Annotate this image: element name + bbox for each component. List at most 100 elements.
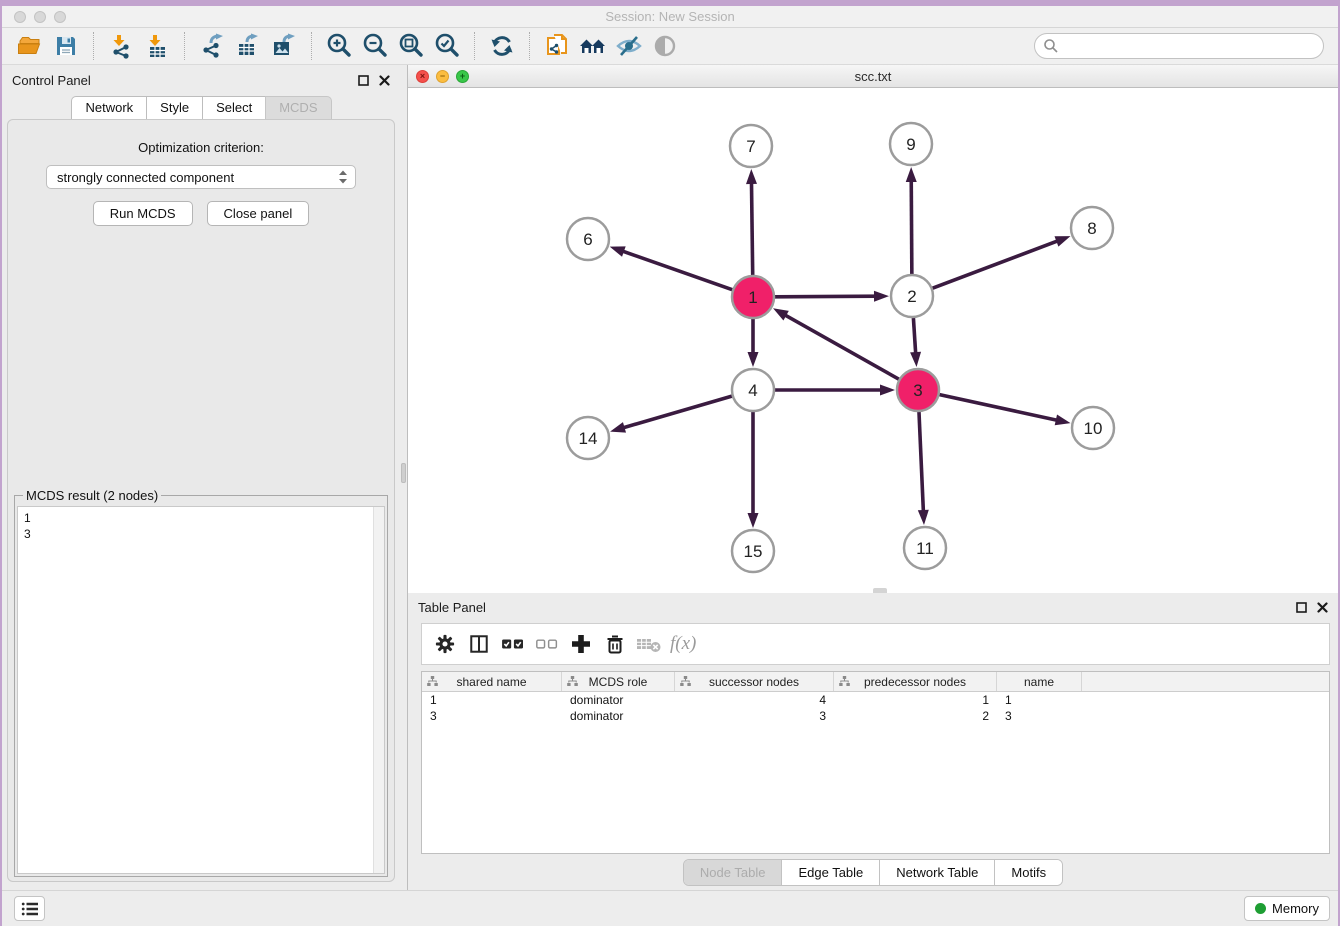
edge-2-3[interactable] — [913, 318, 915, 355]
network-close-button[interactable]: × — [416, 70, 429, 83]
canvas-splitter-grip[interactable] — [873, 588, 887, 593]
function-builder-button[interactable]: f(x) — [670, 633, 696, 655]
tab-edge-table[interactable]: Edge Table — [781, 860, 879, 885]
graph-node-label: 2 — [907, 287, 916, 306]
toolbar-separator — [529, 32, 530, 60]
app-window: Session: New Session — [0, 0, 1340, 926]
panel-splitter[interactable] — [400, 65, 408, 890]
close-panel-icon[interactable] — [379, 75, 390, 86]
show-columns-button[interactable] — [462, 627, 496, 661]
column-header-MCDS-role[interactable]: MCDS role — [562, 672, 675, 691]
network-maximize-button[interactable]: + — [456, 70, 469, 83]
cell-successor-nodes[interactable]: 4 — [675, 692, 834, 708]
column-header-name[interactable]: name — [997, 672, 1082, 691]
network-canvas-container[interactable]: 7968124314101511 — [408, 88, 1338, 593]
search-field[interactable] — [1034, 33, 1324, 59]
criterion-dropdown[interactable]: strongly connected component — [46, 165, 356, 189]
cell-shared-name[interactable]: 1 — [422, 692, 562, 708]
deselect-all-rows-button[interactable] — [530, 627, 564, 661]
first-neighbors-houses-icon — [578, 33, 608, 59]
apply-layout-button[interactable] — [487, 31, 517, 61]
export-network-button[interactable] — [197, 31, 227, 61]
tab-style[interactable]: Style — [146, 96, 203, 119]
control-panel-header: Control Panel — [2, 65, 400, 95]
mcds-result-group: MCDS result (2 nodes) 1 3 — [14, 495, 388, 877]
network-canvas[interactable]: 7968124314101511 — [408, 88, 1340, 593]
table-settings-button[interactable] — [428, 627, 462, 661]
save-session-button[interactable] — [51, 31, 81, 61]
cell-MCDS-role[interactable]: dominator — [562, 692, 675, 708]
tab-network[interactable]: Network — [71, 96, 147, 119]
cell-successor-nodes[interactable]: 3 — [675, 708, 834, 724]
column-header-label: shared name — [456, 675, 526, 689]
export-table-button[interactable] — [233, 31, 263, 61]
cell-MCDS-role[interactable]: dominator — [562, 708, 675, 724]
edge-2-9[interactable] — [911, 179, 912, 274]
import-network-button[interactable] — [106, 31, 136, 61]
zoom-selected-button[interactable] — [432, 31, 462, 61]
add-icon — [570, 633, 592, 655]
column-header-label: MCDS role — [589, 675, 648, 689]
node-table[interactable]: shared name MCDS role successor nodesprede… — [421, 671, 1330, 854]
edge-4-14[interactable] — [622, 396, 732, 428]
run-mcds-button[interactable]: Run MCDS — [93, 201, 193, 226]
tab-network-table[interactable]: Network Table — [879, 860, 994, 885]
edge-3-1[interactable] — [783, 314, 898, 379]
open-session-button[interactable] — [15, 31, 45, 61]
first-neighbors-button[interactable] — [578, 31, 608, 61]
edge-1-6[interactable] — [621, 251, 732, 290]
zoom-fit-button[interactable] — [396, 31, 426, 61]
cell-predecessor-nodes[interactable]: 1 — [834, 692, 997, 708]
tab-select[interactable]: Select — [202, 96, 266, 119]
graph-node-label: 6 — [583, 230, 592, 249]
column-header-successor-nodes[interactable]: successor nodes — [675, 672, 834, 691]
float-panel-icon[interactable] — [1296, 602, 1307, 613]
close-panel-button[interactable]: Close panel — [207, 201, 310, 226]
search-icon — [1043, 38, 1059, 54]
zoom-out-button[interactable] — [360, 31, 390, 61]
graph-node-label: 3 — [913, 381, 922, 400]
tab-mcds[interactable]: MCDS — [265, 96, 331, 119]
task-history-button[interactable] — [14, 896, 45, 921]
column-header-shared-name[interactable]: shared name — [422, 672, 562, 691]
zoom-selected-icon — [433, 32, 461, 60]
table-tabs-group: Node TableEdge TableNetwork TableMotifs — [683, 859, 1063, 886]
hide-graphics-details-button[interactable] — [614, 31, 644, 61]
splitter-grip[interactable] — [401, 463, 406, 483]
show-details-button[interactable] — [650, 31, 680, 61]
table-toolbar: f(x) — [421, 623, 1330, 665]
cell-predecessor-nodes[interactable]: 2 — [834, 708, 997, 724]
cell-name[interactable]: 1 — [997, 692, 1082, 708]
edge-3-11[interactable] — [919, 412, 923, 513]
float-panel-icon[interactable] — [358, 75, 369, 86]
edge-1-7[interactable] — [751, 181, 752, 275]
select-all-rows-button[interactable] — [496, 627, 530, 661]
result-scrollbar[interactable] — [373, 507, 384, 873]
open-folder-icon — [17, 33, 43, 59]
create-column-button[interactable] — [564, 627, 598, 661]
cell-shared-name[interactable]: 3 — [422, 708, 562, 724]
mcds-result-text[interactable]: 1 3 — [18, 507, 373, 873]
memory-button[interactable]: Memory — [1244, 896, 1330, 921]
cell-name[interactable]: 3 — [997, 708, 1082, 724]
delete-column-icon — [636, 635, 662, 653]
memory-label: Memory — [1272, 901, 1319, 916]
network-minimize-button[interactable]: − — [436, 70, 449, 83]
tab-node-table[interactable]: Node Table — [684, 860, 782, 885]
import-table-button[interactable] — [142, 31, 172, 61]
table-row[interactable]: 3dominator323 — [422, 708, 1329, 724]
duplicate-network-button[interactable] — [542, 31, 572, 61]
column-header-predecessor-nodes[interactable]: predecessor nodes — [834, 672, 997, 691]
network-window-titlebar[interactable]: × − + scc.txt — [408, 65, 1338, 88]
export-image-button[interactable] — [269, 31, 299, 61]
zoom-in-button[interactable] — [324, 31, 354, 61]
tab-motifs[interactable]: Motifs — [994, 860, 1062, 885]
delete-column-button[interactable] — [632, 627, 666, 661]
edge-3-10[interactable] — [939, 395, 1058, 421]
edge-2-8[interactable] — [933, 240, 1060, 288]
table-row[interactable]: 1dominator411 — [422, 692, 1329, 708]
close-panel-icon[interactable] — [1317, 602, 1328, 613]
delete-button[interactable] — [598, 627, 632, 661]
edge-1-2[interactable] — [775, 296, 877, 297]
search-input[interactable] — [1059, 39, 1315, 54]
